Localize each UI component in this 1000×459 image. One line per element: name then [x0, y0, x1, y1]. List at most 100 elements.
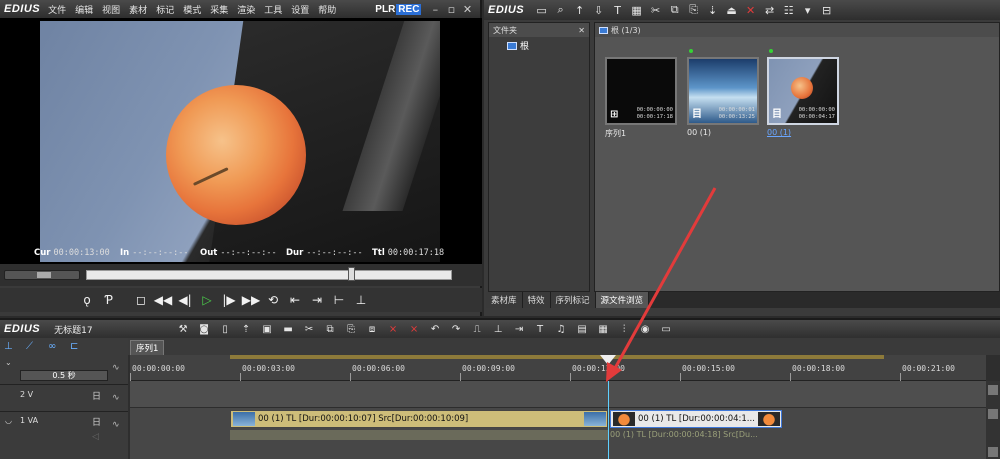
menu-view[interactable]: 视图 [102, 3, 120, 16]
split-icon[interactable]: ⊢ [328, 290, 350, 310]
menu-settings[interactable]: 设置 [291, 3, 309, 16]
mode-icon[interactable]: ⚒ [173, 321, 194, 337]
expand-icon[interactable]: ⌄ [5, 358, 12, 367]
insert-mode-icon[interactable]: ⊥ [4, 341, 26, 352]
minimize-icon[interactable]: – [427, 3, 443, 16]
scroll-thumb[interactable] [988, 409, 998, 419]
prev-frame-icon[interactable]: ◀| [174, 290, 196, 310]
title-icon[interactable]: T [608, 2, 627, 18]
bin-clip-sky[interactable]: 目 00:00:00:01 00:00:13:25 00 (1) [687, 49, 759, 137]
color-bar-icon[interactable]: ▦ [627, 2, 646, 18]
rec-mode-button[interactable]: REC [396, 3, 422, 15]
video-preview[interactable] [0, 18, 482, 264]
copy-icon[interactable]: ⧉ [665, 2, 684, 18]
plr-mode-button[interactable]: PLR [375, 4, 395, 15]
group-icon[interactable]: ⊏ [70, 341, 92, 352]
menu-help[interactable]: 帮助 [318, 3, 336, 16]
shuttle-slider[interactable] [4, 270, 80, 280]
waveform-icon[interactable]: ∿ [112, 393, 120, 403]
position-handle[interactable] [348, 267, 355, 281]
menu-file[interactable]: 文件 [48, 3, 66, 16]
undo-icon[interactable]: ↶ [425, 321, 446, 337]
next-frame-icon[interactable]: |▶ [218, 290, 240, 310]
folder-tree-root[interactable]: 根 [507, 39, 529, 52]
briefcase-icon[interactable]: ⊟ [817, 2, 836, 18]
up-folder-icon[interactable]: ↑ [570, 2, 589, 18]
delete-gap-icon[interactable]: ⨯ [383, 321, 404, 337]
link-icon[interactable]: ⧈ [362, 321, 383, 337]
ripple-delete-icon[interactable]: ⨯ [404, 321, 425, 337]
menu-edit[interactable]: 编辑 [75, 3, 93, 16]
track-visible-icon[interactable]: ◡ [5, 416, 12, 425]
link-icon[interactable]: ∞ [48, 341, 70, 352]
track-header-1va[interactable]: ◡ 1 VA 日 ∿ ◁ [0, 412, 128, 459]
microphone-icon[interactable]: ♫ [551, 321, 572, 337]
new-sequence-icon[interactable]: ▯ [215, 321, 236, 337]
scroll-down-icon[interactable] [988, 447, 998, 457]
folder-icon[interactable]: ▭ [532, 2, 551, 18]
bin-clip-apple[interactable]: 目 00:00:00:00 00:00:04:17 00 (1) [767, 49, 839, 137]
snap-icon[interactable]: ⊥ [488, 321, 509, 337]
timeline-clip-sky[interactable]: 00 (1) TL [Dur:00:00:10:07] Src[Dur:00:0… [230, 410, 608, 428]
cut-icon[interactable]: ✂ [299, 321, 320, 337]
paste-icon[interactable]: ⎘ [341, 321, 362, 337]
track-1va[interactable]: 00 (1) TL [Dur:00:00:10:07] Src[Dur:00:0… [130, 408, 986, 459]
import-icon[interactable]: ⇩ [589, 2, 608, 18]
close-icon[interactable]: ✕ [459, 3, 475, 16]
timeline-clip-apple[interactable]: 00 (1) TL [Dur:00:00:04:1... [610, 410, 782, 428]
ripple-icon[interactable]: ⇥ [509, 321, 530, 337]
waveform-icon[interactable]: ∿ [112, 420, 120, 430]
playhead-marker[interactable] [600, 355, 616, 365]
maximize-icon[interactable]: ▫ [443, 3, 459, 16]
menu-capture[interactable]: 采集 [210, 3, 228, 16]
folder-panel-close-icon[interactable]: ✕ [578, 26, 585, 35]
position-bar[interactable] [86, 270, 452, 280]
menu-marker[interactable]: 标记 [156, 3, 174, 16]
track-lock-icon[interactable]: 日 [92, 389, 101, 402]
mixer-icon[interactable]: ⫶ [614, 321, 635, 337]
play-icon[interactable]: ▷ [196, 290, 218, 310]
fast-forward-icon[interactable]: ▶▶ [240, 290, 262, 310]
stop-icon[interactable]: ◻ [130, 290, 152, 310]
open-icon[interactable]: ⇡ [236, 321, 257, 337]
track-2v[interactable] [130, 381, 986, 408]
tab-sequence-markers[interactable]: 序列标记 [550, 292, 596, 308]
bin-clip-sequence[interactable]: ⊞ 00:00:00:00 00:00:17:18 序列1 [605, 49, 677, 139]
properties-icon[interactable]: ⇄ [760, 2, 779, 18]
audio-clip-sky[interactable] [230, 430, 608, 440]
menu-mode[interactable]: 模式 [183, 3, 201, 16]
save-icon[interactable]: ▣ [257, 321, 278, 337]
view-dropdown-icon[interactable]: ▾ [798, 2, 817, 18]
export-icon[interactable]: ▬ [278, 321, 299, 337]
menu-render[interactable]: 渲染 [237, 3, 255, 16]
tab-effects[interactable]: 特效 [522, 292, 551, 308]
replace-icon[interactable]: ⏏ [722, 2, 741, 18]
search-icon[interactable]: ⌕ [551, 2, 570, 18]
layout-icon[interactable]: ▭ [656, 321, 677, 337]
scissors-icon[interactable]: ✂ [646, 2, 665, 18]
copy-icon[interactable]: ⧉ [320, 321, 341, 337]
scroll-up-icon[interactable] [988, 385, 998, 395]
rewind-icon[interactable]: ◀◀ [152, 290, 174, 310]
menu-tools[interactable]: 工具 [264, 3, 282, 16]
track-lock-icon[interactable]: 日 [92, 415, 101, 428]
timescale-selector[interactable]: 0.5 秒 [20, 370, 108, 381]
mark-icon[interactable]: ⊥ [350, 290, 372, 310]
audio-clip-apple[interactable]: 00 (1) TL [Dur:00:00:04:18] Src[Du... [610, 430, 782, 442]
sync-lock-icon[interactable]: ⟋ [26, 341, 48, 352]
waveform-icon[interactable]: ∿ [112, 363, 120, 373]
redo-icon[interactable]: ↷ [446, 321, 467, 337]
loop-icon[interactable]: ⟲ [262, 290, 284, 310]
delete-icon[interactable]: ✕ [741, 2, 760, 18]
add-cut-icon[interactable]: ⎍ [467, 321, 488, 337]
vertical-scrollbar[interactable] [986, 381, 1000, 459]
marker-icon[interactable]: ▤ [572, 321, 593, 337]
overwrite-icon[interactable]: ⇥ [306, 290, 328, 310]
track-area[interactable]: 00 (1) TL [Dur:00:00:10:07] Src[Dur:00:0… [130, 381, 986, 459]
set-out-icon[interactable]: Ƥ [98, 290, 120, 310]
render-icon[interactable]: ◉ [635, 321, 656, 337]
paste-icon[interactable]: ⎘ [684, 2, 703, 18]
grid-icon[interactable]: ▦ [593, 321, 614, 337]
timeline-ruler[interactable]: 00:00:00:00 00:00:03:00 00:00:06:00 00:0… [130, 355, 986, 381]
set-in-icon[interactable]: ǫ [76, 290, 98, 310]
